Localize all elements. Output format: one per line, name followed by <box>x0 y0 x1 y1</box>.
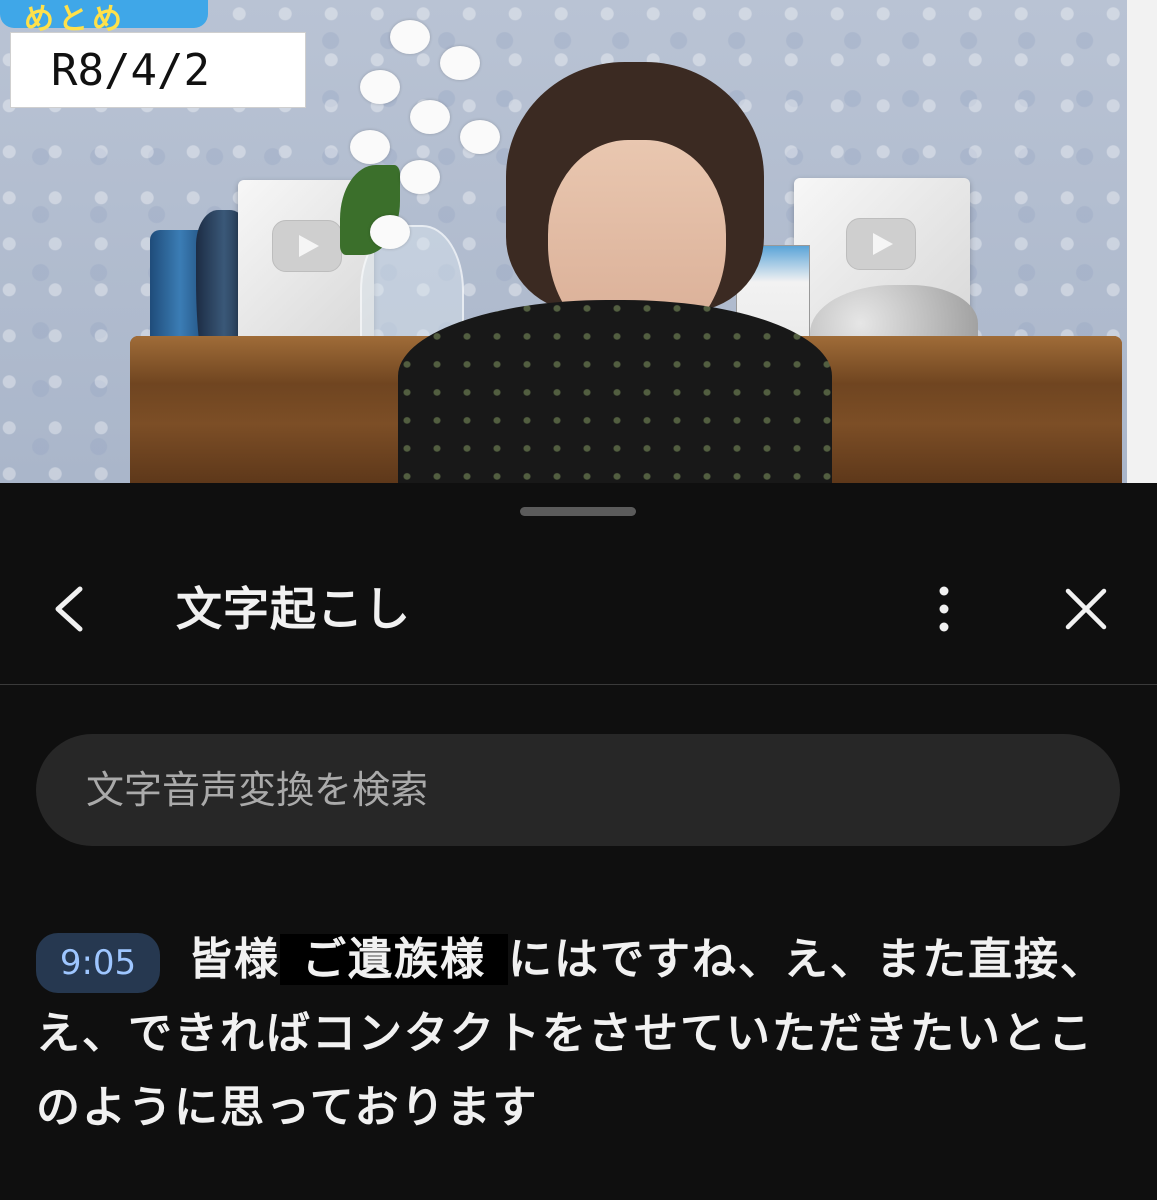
drag-handle[interactable] <box>520 507 636 516</box>
video-edge <box>1127 0 1157 483</box>
channel-logo: めとめ <box>0 0 208 37</box>
segment-highlight: ご遺族様 <box>280 934 508 985</box>
more-options-button[interactable] <box>914 579 974 639</box>
header-divider <box>0 684 1157 685</box>
back-button[interactable] <box>44 579 92 639</box>
transcript-panel: 文字起こし 9:05 皆様ご遺族様にはですね、え、また直接、え、できればコンタク… <box>0 483 1157 1200</box>
transcript-segment[interactable]: 9:05 皆様 ご遺族様 にはですね、え、また直接、え、できればコンタクトをさせてい… <box>36 923 1126 1145</box>
chevron-left-icon <box>55 586 83 632</box>
segment-text: 皆様 ご遺族様 にはですね、え、また直接、え、できればコンタクトをさせていただきたい… <box>36 923 1116 1145</box>
date-label: R8/4/2 <box>10 32 306 108</box>
video-player[interactable]: めとめ R8/4/2 <box>0 0 1157 483</box>
segment-text-before: 皆様 <box>188 934 280 985</box>
more-vert-icon <box>939 586 949 632</box>
panel-title: 文字起こし <box>176 582 411 636</box>
close-button[interactable] <box>1056 579 1116 639</box>
transcript-search-input[interactable] <box>36 734 1120 846</box>
close-icon <box>1065 588 1107 630</box>
speaker-body <box>398 300 832 483</box>
timestamp-chip[interactable]: 9:05 <box>36 933 160 993</box>
orchid-flowers <box>330 10 510 250</box>
